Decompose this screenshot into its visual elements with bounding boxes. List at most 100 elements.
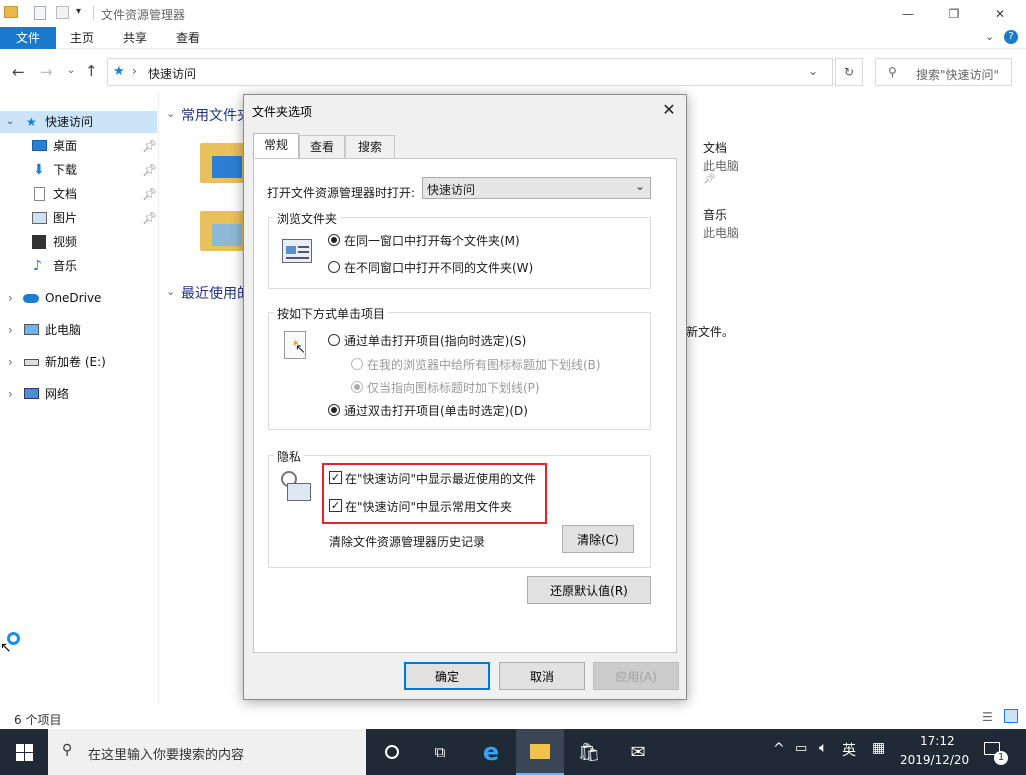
clock-time[interactable]: 17:12: [920, 734, 955, 748]
nav-label: 快速访问: [45, 115, 94, 129]
right-item-sub: 此电脑: [703, 226, 740, 240]
show-frequent-folders-checkbox[interactable]: ✓: [329, 499, 342, 512]
network-tray-icon[interactable]: ▭: [795, 741, 807, 756]
up-icon[interactable]: ↑: [85, 62, 98, 80]
nav-item-music[interactable]: ♪ 音乐: [0, 255, 157, 277]
browse-window-icon: [282, 239, 312, 263]
single-click-radio[interactable]: [328, 334, 340, 346]
cancel-button[interactable]: 取消: [499, 662, 585, 690]
chevron-down-icon[interactable]: ⌄: [166, 285, 175, 298]
general-panel: 打开文件资源管理器时打开: 快速访问 ⌄ 浏览文件夹 在同一窗口中打开每个文件夹…: [253, 158, 677, 653]
show-recent-files-checkbox[interactable]: ✓: [329, 471, 342, 484]
video-icon: [32, 235, 46, 249]
nav-drive-e[interactable]: › 新加卷 (E:): [0, 351, 157, 373]
refresh-button[interactable]: ↻: [835, 58, 863, 86]
nav-item-desktop[interactable]: 桌面 📌︎: [0, 135, 157, 157]
frequent-header[interactable]: 常用文件夹: [181, 105, 251, 125]
clear-history-label: 清除文件资源管理器历史记录: [329, 535, 486, 549]
ribbon-expand-icon[interactable]: ⌄: [985, 30, 994, 43]
close-window-button[interactable]: ✕: [977, 0, 1023, 27]
cortana-icon[interactable]: [368, 729, 416, 775]
maximize-button[interactable]: ❐: [931, 0, 977, 27]
ime-indicator[interactable]: 英: [842, 740, 856, 760]
open-explorer-select[interactable]: 快速访问 ⌄: [422, 177, 651, 199]
privacy-window-icon: [287, 483, 311, 501]
mail-icon[interactable]: ✉: [614, 729, 662, 775]
chevron-down-icon[interactable]: ⌄: [166, 107, 175, 120]
chevron-right-icon[interactable]: ›: [8, 319, 13, 341]
nav-item-documents[interactable]: 文档 📌︎: [0, 183, 157, 205]
nav-label: 此电脑: [45, 323, 82, 337]
back-icon[interactable]: ←: [12, 63, 25, 81]
nav-quick-access[interactable]: ⌄ ★ 快速访问: [0, 111, 157, 133]
ok-button[interactable]: 确定: [404, 662, 490, 690]
input-mode-icon[interactable]: ▦: [872, 740, 885, 756]
tab-view[interactable]: 查看: [166, 27, 210, 49]
show-hidden-icons-icon[interactable]: ^: [773, 741, 785, 757]
search-box[interactable]: ⚲ 搜索"快速访问": [875, 58, 1012, 86]
browse-same-window-label[interactable]: 在同一窗口中打开每个文件夹(M): [344, 232, 520, 249]
nav-item-pictures[interactable]: 图片 📌︎: [0, 207, 157, 229]
single-click-label[interactable]: 通过单击打开项目(指向时选定)(S): [344, 332, 526, 349]
right-item-music[interactable]: 音乐 此电脑: [686, 205, 786, 245]
minimize-button[interactable]: —: [885, 0, 931, 27]
store-icon[interactable]: 🛍︎: [565, 729, 613, 775]
search-icon: ⚲: [62, 742, 73, 758]
browse-new-window-label[interactable]: 在不同窗口中打开不同的文件夹(W): [344, 259, 533, 276]
tab-file[interactable]: 文件: [0, 27, 56, 49]
nav-this-pc[interactable]: › 此电脑: [0, 319, 157, 341]
double-click-label[interactable]: 通过双击打开项目(单击时选定)(D): [344, 402, 528, 419]
show-recent-files-label[interactable]: 在"快速访问"中显示最近使用的文件: [345, 470, 536, 487]
nav-network[interactable]: › 网络: [0, 383, 157, 405]
new-folder-icon[interactable]: [56, 6, 69, 19]
double-click-radio[interactable]: [328, 404, 340, 416]
recent-locations-icon[interactable]: ⌄: [67, 65, 75, 76]
show-frequent-folders-label[interactable]: 在"快速访问"中显示常用文件夹: [345, 498, 512, 515]
taskbar-search[interactable]: ⚲ 在这里输入你要搜索的内容: [48, 729, 366, 775]
close-icon[interactable]: ✕: [654, 95, 684, 123]
nav-item-videos[interactable]: 视频: [0, 231, 157, 253]
right-item-documents[interactable]: 文档 此电脑 📌︎: [686, 138, 786, 188]
nav-label: 文档: [53, 187, 78, 201]
window-title: 文件资源管理器: [101, 8, 186, 22]
address-dropdown-icon[interactable]: ⌄: [808, 64, 818, 78]
browse-new-window-radio[interactable]: [328, 261, 340, 273]
address-bar[interactable]: ★ › 快速访问 ⌄: [107, 58, 833, 86]
chevron-down-icon[interactable]: ⌄: [6, 111, 14, 133]
pin-icon: 📌︎: [703, 174, 716, 185]
clear-button[interactable]: 清除(C): [562, 525, 634, 553]
desktop-icon: [32, 140, 47, 151]
task-view-icon[interactable]: ⧉: [416, 729, 464, 775]
file-explorer-icon[interactable]: [516, 729, 564, 775]
breadcrumb[interactable]: 快速访问: [148, 65, 196, 82]
browse-same-window-radio[interactable]: [328, 234, 340, 246]
volume-icon[interactable]: 🔈︎: [819, 740, 827, 756]
restore-defaults-button[interactable]: 还原默认值(R): [527, 576, 651, 604]
star-icon: ★: [26, 115, 37, 129]
chevron-right-icon[interactable]: ›: [8, 383, 13, 405]
tab-home[interactable]: 主页: [60, 27, 104, 49]
tab-search[interactable]: 搜索: [345, 135, 395, 159]
tab-general[interactable]: 常规: [253, 133, 299, 159]
start-windows-icon[interactable]: [0, 729, 48, 775]
help-icon[interactable]: ?: [1004, 30, 1018, 44]
tab-view-options[interactable]: 查看: [299, 135, 345, 159]
nav-label: 音乐: [53, 259, 78, 273]
quick-access-dropdown-icon[interactable]: ▾: [76, 6, 81, 17]
nav-label: 视频: [53, 235, 78, 249]
details-view-icon[interactable]: ☰: [982, 710, 993, 724]
large-icons-view-icon[interactable]: [1004, 709, 1018, 723]
chevron-right-icon[interactable]: ›: [8, 351, 13, 373]
right-item-name: 文档: [703, 141, 728, 155]
tab-share[interactable]: 共享: [113, 27, 157, 49]
properties-icon[interactable]: [34, 6, 46, 20]
right-item-sub: 此电脑: [703, 159, 740, 173]
computer-icon: [24, 324, 39, 335]
edge-icon[interactable]: e: [467, 729, 515, 775]
nav-onedrive[interactable]: › OneDrive: [0, 287, 157, 309]
underline-point-radio: [351, 381, 363, 393]
nav-item-downloads[interactable]: ⬇ 下载 📌︎: [0, 159, 157, 181]
chevron-right-icon[interactable]: ›: [8, 287, 13, 309]
forward-icon[interactable]: →: [40, 63, 53, 81]
clock-date[interactable]: 2019/12/20: [900, 753, 969, 767]
